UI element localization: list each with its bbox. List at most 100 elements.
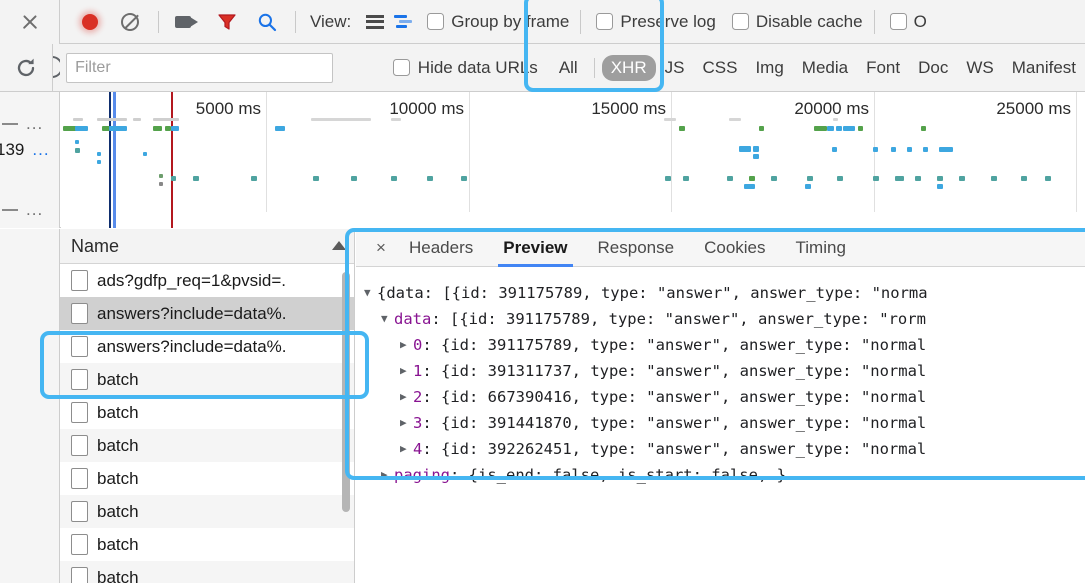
group-by-frame-checkbox-row[interactable]: Group by frame: [427, 12, 569, 32]
table-row[interactable]: batch: [60, 429, 354, 462]
detail-tabs: × Headers Preview Response Cookies Timin…: [356, 229, 1085, 267]
preserve-log-checkbox[interactable]: [596, 13, 614, 30]
waterfall-view-icon[interactable]: [393, 14, 413, 29]
expand-triangle-down-icon[interactable]: ▼: [381, 306, 394, 332]
reload-icon[interactable]: [15, 57, 37, 79]
json-line[interactable]: ▶ 4 : {id: 392262451, type: "answer", an…: [364, 436, 1085, 462]
tab-response[interactable]: Response: [583, 229, 690, 267]
type-filter-js[interactable]: JS: [656, 55, 694, 81]
request-name: batch: [97, 567, 139, 583]
request-bar: [153, 118, 179, 121]
document-icon: [71, 501, 88, 522]
clear-button[interactable]: [110, 0, 150, 44]
funnel-icon[interactable]: [217, 12, 237, 32]
tab-preview[interactable]: Preview: [488, 229, 582, 267]
table-row[interactable]: ads?gdfp_req=1&pvsid=.: [60, 264, 354, 297]
clear-icon[interactable]: [121, 12, 139, 31]
json-line-text: : {id: 391441870, type: "answer", answer…: [422, 414, 927, 432]
request-bar: [771, 176, 777, 181]
expand-triangle-right-icon[interactable]: ▶: [400, 358, 413, 384]
document-icon: [71, 303, 88, 324]
request-bar: [836, 126, 842, 131]
json-line[interactable]: ▼ data : [{id: 391175789, type: "answer"…: [364, 306, 1085, 332]
view-list-button[interactable]: [361, 0, 389, 44]
expand-triangle-right-icon[interactable]: ▶: [400, 436, 413, 462]
type-filter-css[interactable]: CSS: [693, 55, 746, 81]
offline-checkbox[interactable]: [889, 13, 907, 30]
hide-data-urls-checkbox[interactable]: [392, 59, 410, 76]
type-filter-ws[interactable]: WS: [957, 55, 1002, 81]
search-button[interactable]: [247, 0, 287, 44]
table-row[interactable]: batch: [60, 363, 354, 396]
reload-cell[interactable]: [0, 44, 54, 91]
toolbar-divider-3: [580, 9, 582, 34]
expand-triangle-right-icon[interactable]: ▶: [381, 462, 394, 488]
offline-checkbox-row[interactable]: O: [889, 12, 927, 32]
preserve-log-checkbox-row[interactable]: Preserve log: [596, 12, 716, 32]
requests-list-scrollbar[interactable]: [342, 272, 350, 512]
request-bar: [97, 152, 101, 156]
type-filter-manifest[interactable]: Manifest: [1003, 55, 1085, 81]
requests-list[interactable]: ads?gdfp_req=1&pvsid=. answers?include=d…: [60, 264, 354, 583]
tab-timing[interactable]: Timing: [781, 229, 861, 267]
json-line-text: : [{id: 391175789, type: "answer", answe…: [431, 310, 926, 328]
camera-icon[interactable]: [175, 14, 199, 30]
expand-triangle-right-icon[interactable]: ▶: [400, 384, 413, 410]
json-line[interactable]: ▶ paging : {is_end: false, is_start: fal…: [364, 462, 1085, 488]
type-filter-font[interactable]: Font: [857, 55, 909, 81]
toolbar-divider: [158, 10, 159, 33]
sort-ascending-icon[interactable]: [332, 241, 346, 250]
tab-headers[interactable]: Headers: [394, 229, 488, 267]
overview-canvas[interactable]: 5000 ms 10000 ms 15000 ms 20000 ms 25000…: [61, 92, 1085, 228]
request-bar: [939, 147, 953, 152]
type-filter-img[interactable]: Img: [746, 55, 792, 81]
json-preview-tree[interactable]: ▼ {data: [{id: 391175789, type: "answer"…: [356, 267, 1085, 488]
panel-close-cell[interactable]: [0, 0, 60, 44]
reload-partial-icon: [53, 44, 61, 91]
json-line[interactable]: ▶ 1 : {id: 391311737, type: "answer", an…: [364, 358, 1085, 384]
filter-toggle-button[interactable]: [207, 0, 247, 44]
table-row[interactable]: batch: [60, 495, 354, 528]
disable-cache-label: Disable cache: [755, 11, 863, 31]
search-icon[interactable]: [257, 12, 277, 32]
expand-triangle-down-icon[interactable]: ▼: [364, 280, 377, 306]
request-bar: [814, 126, 827, 131]
table-row[interactable]: batch: [60, 561, 354, 583]
list-view-icon[interactable]: [366, 14, 385, 29]
type-filter-all[interactable]: All: [550, 55, 587, 81]
record-icon[interactable]: [82, 13, 98, 30]
name-column-header[interactable]: Name: [60, 229, 354, 264]
table-row[interactable]: answers?include=data%.: [60, 330, 354, 363]
json-line[interactable]: ▶ 2 : {id: 667390416, type: "answer", an…: [364, 384, 1085, 410]
request-bar: [727, 176, 733, 181]
close-icon[interactable]: [20, 12, 40, 32]
table-row[interactable]: batch: [60, 462, 354, 495]
request-bar: [251, 176, 257, 181]
group-by-frame-checkbox[interactable]: [427, 13, 445, 30]
request-bar: [683, 176, 689, 181]
json-line[interactable]: ▼ {data: [{id: 391175789, type: "answer"…: [364, 280, 1085, 306]
disable-cache-checkbox-row[interactable]: Disable cache: [731, 11, 863, 32]
request-bar: [171, 176, 176, 181]
hide-data-urls-row[interactable]: Hide data URLs: [392, 58, 538, 78]
type-filter-media[interactable]: Media: [793, 55, 857, 81]
request-bar: [729, 118, 741, 121]
request-bar: [753, 154, 759, 159]
type-filter-doc[interactable]: Doc: [909, 55, 957, 81]
table-row[interactable]: batch: [60, 396, 354, 429]
capture-screenshots-button[interactable]: [167, 0, 207, 44]
disable-cache-checkbox[interactable]: [731, 13, 749, 30]
table-row[interactable]: answers?include=data%.: [60, 297, 354, 330]
json-line[interactable]: ▶ 3 : {id: 391441870, type: "answer", an…: [364, 410, 1085, 436]
type-filter-xhr[interactable]: XHR: [601, 54, 656, 81]
table-row[interactable]: batch: [60, 528, 354, 561]
tab-cookies[interactable]: Cookies: [689, 229, 780, 267]
detail-close-icon[interactable]: ×: [368, 238, 394, 258]
json-line[interactable]: ▶ 0 : {id: 391175789, type: "answer", an…: [364, 332, 1085, 358]
expand-triangle-right-icon[interactable]: ▶: [400, 410, 413, 436]
filter-input[interactable]: Filter: [66, 52, 333, 83]
gutter-dots-2: ...: [26, 200, 44, 219]
expand-triangle-right-icon[interactable]: ▶: [400, 332, 413, 358]
view-waterfall-button[interactable]: [389, 0, 417, 44]
record-button[interactable]: [70, 0, 110, 44]
